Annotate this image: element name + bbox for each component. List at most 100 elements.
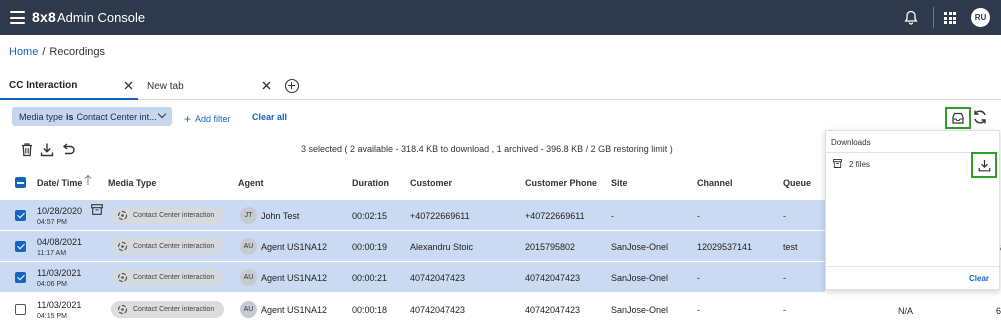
contact-center-icon (117, 272, 128, 283)
breadcrumb-home-link[interactable]: Home (9, 46, 38, 58)
close-tab-icon[interactable] (124, 81, 133, 90)
downloads-title: Downloads (831, 138, 871, 147)
notifications-bell-icon[interactable] (904, 10, 918, 25)
channel: - (697, 211, 700, 221)
row-checkbox[interactable] (15, 210, 26, 221)
breadcrumb-current: Recordings (49, 46, 106, 58)
select-all-checkbox[interactable] (15, 177, 26, 188)
download-icon[interactable] (40, 142, 54, 157)
duration: 00:02:15 (352, 211, 388, 221)
contact-center-icon (117, 304, 128, 315)
download-item-label: 2 files (849, 160, 870, 169)
filter-key: Media type (19, 111, 64, 122)
agent-name: Agent US1NA12 (261, 273, 328, 283)
download-icon (978, 159, 990, 171)
row-date: 11/03/2021 04:15 PM (37, 300, 81, 322)
customer: Alexandru Stoic (410, 242, 474, 252)
tab-bar: CC Interaction New tab (0, 73, 1001, 100)
site: SanJose-Onel (611, 242, 669, 252)
plus-icon: + (184, 112, 192, 126)
column-header-customer[interactable]: Customer (410, 178, 452, 188)
media-type-pill: Contact Center interaction (111, 207, 224, 224)
overflow-cell: 6 (996, 306, 1001, 316)
table-header: Date/ Time Media Type Agent Duration Cus… (0, 168, 825, 198)
row-time-value: 04:57 PM (37, 219, 67, 226)
archived-icon (91, 204, 103, 215)
breadcrumb: Home / Recordings (9, 46, 105, 58)
downloads-panel: Downloads 2 files Clear (825, 130, 1000, 290)
agent-avatar: AU (240, 238, 257, 255)
add-tab-icon[interactable] (285, 79, 299, 93)
channel: 12029537141 (697, 242, 753, 252)
download-files-button[interactable] (971, 152, 997, 178)
refresh-icon[interactable] (972, 109, 988, 125)
row-date: 04/08/2021 11:17 AM (37, 237, 82, 259)
row-date-value: 11/03/2021 (37, 268, 82, 278)
filter-operator: is (66, 111, 74, 122)
row-date-value: 10/28/2020 (37, 206, 83, 216)
column-header-duration[interactable]: Duration (352, 178, 389, 188)
site: SanJose-Onel (611, 273, 669, 283)
contact-center-icon (117, 241, 128, 252)
clear-all-button[interactable]: Clear all (252, 112, 287, 122)
queue: - (783, 211, 786, 221)
column-header-queue[interactable]: Queue (783, 178, 811, 188)
tab-new-tab[interactable]: New tab (140, 73, 276, 100)
media-type-pill: Contact Center interaction (111, 238, 224, 255)
row-checkbox[interactable] (15, 241, 26, 252)
tab-cc-interaction[interactable]: CC Interaction (0, 73, 138, 100)
row-date: 10/28/2020 04:57 PM (37, 206, 82, 228)
column-header-site[interactable]: Site (611, 178, 628, 188)
brand-logo: 8x8 (32, 9, 56, 25)
agent-name: John Test (261, 211, 300, 221)
customer-phone: 40742047423 (525, 273, 581, 283)
channel: - (697, 305, 700, 315)
duration: 00:00:19 (352, 242, 388, 252)
downloads-button[interactable] (945, 107, 971, 129)
clear-downloads-button[interactable]: Clear (969, 274, 989, 283)
table-row[interactable]: 10/28/2020 04:57 PM Contact Center intera… (0, 200, 825, 231)
menu-icon[interactable] (10, 11, 25, 24)
tab-label: New tab (147, 81, 184, 92)
queue: test (783, 242, 798, 252)
row-date-value: 11/03/2021 (37, 300, 82, 310)
table-row[interactable]: 11/03/2021 04:15 PM Contact Center intera… (0, 294, 825, 325)
sort-ascending-icon[interactable] (84, 174, 92, 186)
agent-name: Agent US1NA12 (261, 242, 328, 252)
column-header-date[interactable]: Date/ Time (37, 178, 82, 188)
column-header-channel[interactable]: Channel (697, 178, 733, 188)
site: - (611, 211, 614, 221)
agent-avatar: AU (240, 301, 257, 318)
customer-phone: +40722669611 (525, 211, 585, 221)
delete-trash-icon[interactable] (20, 142, 34, 157)
column-header-agent[interactable]: Agent (238, 178, 264, 188)
chevron-down-icon (157, 109, 167, 119)
user-avatar[interactable]: RU (971, 8, 990, 27)
column-header-media-type[interactable]: Media Type (108, 178, 156, 188)
contact-center-icon (117, 210, 128, 221)
restore-undo-icon[interactable] (61, 142, 75, 157)
row-time-value: 11:17 AM (37, 250, 67, 257)
add-filter-button[interactable]: + Add filter (184, 111, 231, 126)
overflow-cell-na: N/A (898, 306, 914, 316)
table-row[interactable]: 11/03/2021 04:06 PM Contact Center intera… (0, 262, 825, 293)
customer: 40742047423 (410, 273, 466, 283)
app-launcher-grid-icon[interactable] (944, 12, 956, 24)
top-app-bar: 8x8 Admin Console RU (0, 0, 1001, 35)
media-type-filter-chip[interactable]: Media type is Contact Center int... (12, 107, 172, 126)
agent-avatar: JT (240, 207, 257, 224)
filter-value: Contact Center int... (76, 111, 157, 122)
table-row[interactable]: 04/08/2021 11:17 AM Contact Center intera… (0, 231, 825, 262)
duration: 00:00:18 (352, 305, 388, 315)
media-type-label: Contact Center interaction (133, 243, 215, 250)
tab-label: CC Interaction (9, 80, 78, 91)
customer: +40722669611 (410, 211, 470, 221)
row-checkbox[interactable] (15, 304, 26, 315)
row-checkbox[interactable] (15, 272, 26, 283)
media-type-pill: Contact Center interaction (111, 269, 224, 286)
close-tab-icon[interactable] (262, 81, 271, 90)
row-time-value: 04:15 PM (37, 313, 67, 320)
column-header-customer-phone[interactable]: Customer Phone (525, 178, 597, 188)
downloads-tray-icon (952, 112, 964, 124)
agent-avatar: AU (240, 269, 257, 286)
